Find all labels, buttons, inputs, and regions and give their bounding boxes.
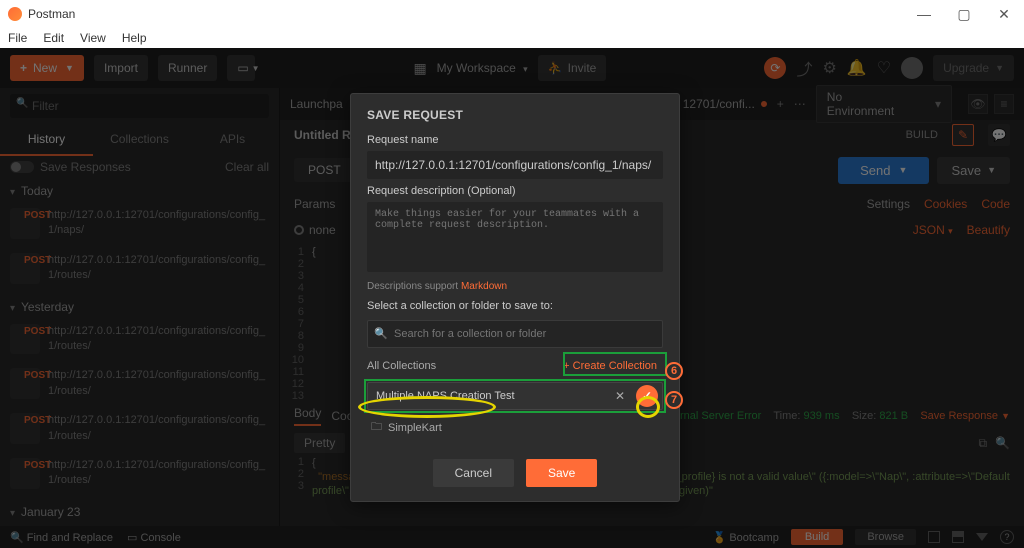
window-close-button[interactable]: ✕ — [992, 6, 1016, 23]
select-collection-label: Select a collection or folder to save to… — [367, 300, 663, 312]
window-title: Postman — [28, 7, 75, 21]
breadcrumb-all-collections[interactable]: All Collections — [367, 360, 436, 372]
create-collection-button[interactable]: + Create Collection — [557, 358, 663, 374]
menu-help[interactable]: Help — [122, 31, 147, 45]
folder-icon: 🗀 — [371, 418, 382, 437]
window-titlebar: Postman — ▢ ✕ — [0, 0, 1024, 28]
confirm-new-collection-icon[interactable]: ✓ — [636, 385, 658, 407]
request-name-input[interactable] — [367, 151, 663, 179]
postman-logo-icon — [8, 7, 22, 21]
request-name-label: Request name — [367, 134, 663, 146]
window-minimize-button[interactable]: — — [912, 6, 936, 23]
menu-edit[interactable]: Edit — [43, 31, 64, 45]
save-request-modal: SAVE REQUEST Request name Request descri… — [350, 93, 680, 502]
modal-save-button[interactable]: Save — [526, 459, 597, 487]
modal-cancel-button[interactable]: Cancel — [433, 459, 514, 487]
cancel-new-collection-icon[interactable]: ✕ — [608, 389, 632, 403]
collection-search-input[interactable] — [367, 320, 663, 348]
menubar: File Edit View Help — [0, 28, 1024, 48]
modal-title: SAVE REQUEST — [367, 108, 663, 122]
request-desc-label: Request description (Optional) — [367, 185, 663, 197]
window-maximize-button[interactable]: ▢ — [952, 6, 976, 23]
request-desc-input[interactable] — [367, 202, 663, 272]
annotation-6: 6 — [665, 362, 683, 380]
annotation-7: 7 — [665, 391, 683, 409]
markdown-link[interactable]: Markdown — [461, 281, 507, 292]
new-collection-name-input[interactable] — [368, 383, 608, 409]
markdown-hint: Descriptions support Markdown — [367, 281, 663, 292]
menu-view[interactable]: View — [80, 31, 106, 45]
collection-simplekart[interactable]: 🗀 SimpleKart — [367, 410, 663, 445]
menu-file[interactable]: File — [8, 31, 27, 45]
